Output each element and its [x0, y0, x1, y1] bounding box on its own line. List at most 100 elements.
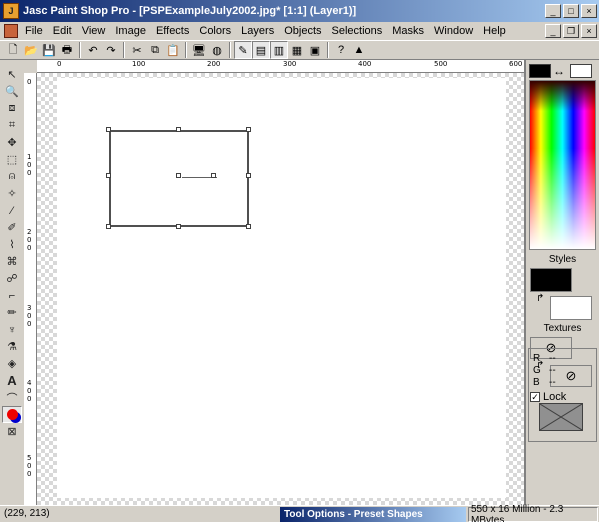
image-canvas[interactable]: [57, 78, 506, 498]
textures-label: Textures: [543, 323, 582, 334]
print-icon[interactable]: 🖶: [58, 41, 76, 59]
doc-minimize-button[interactable]: _: [545, 24, 561, 38]
minimize-button[interactable]: _: [545, 4, 561, 18]
ruler-label: 5 0 0: [27, 454, 32, 478]
new-icon[interactable]: 🗋: [4, 41, 22, 59]
green-value: --: [549, 365, 556, 376]
capture-icon[interactable]: ▲: [350, 41, 368, 59]
ruler-label: 300: [283, 60, 297, 68]
styles-label: Styles: [548, 254, 577, 265]
resize-handle[interactable]: [176, 224, 181, 229]
text-tool-icon[interactable]: A: [2, 372, 22, 389]
paste-icon[interactable]: 📋: [164, 41, 182, 59]
help-icon[interactable]: ?: [332, 41, 350, 59]
resize-handle[interactable]: [246, 173, 251, 178]
ruler-label: 1 0 0: [27, 153, 32, 177]
foreground-style-box[interactable]: [530, 268, 572, 292]
object-selector-tool-icon[interactable]: ⊠: [2, 423, 22, 440]
move-tool-icon[interactable]: ✥: [2, 134, 22, 151]
title-bar: J Jasc Paint Shop Pro - [PSPExampleJuly2…: [0, 0, 599, 22]
layers-icon[interactable]: ▥: [270, 41, 288, 59]
picture-tube-tool-icon[interactable]: ♆: [2, 321, 22, 338]
document-icon[interactable]: [4, 24, 18, 38]
ruler-label: 3 0 0: [27, 304, 32, 328]
airbrush-tool-icon[interactable]: ⚗: [2, 338, 22, 355]
menu-masks[interactable]: Masks: [392, 25, 430, 37]
redo-icon[interactable]: ↷: [102, 41, 120, 59]
resize-handle[interactable]: [246, 224, 251, 229]
toolbar-separator: [123, 42, 125, 58]
resize-handle[interactable]: [246, 127, 251, 132]
color-icon[interactable]: ✎: [234, 41, 252, 59]
eraser-tool-icon[interactable]: ✏: [2, 304, 22, 321]
resize-handle[interactable]: [106, 127, 111, 132]
crop-tool-icon[interactable]: ⌗: [2, 117, 22, 134]
save-icon[interactable]: 💾: [40, 41, 58, 59]
histogram-icon[interactable]: ▣: [306, 41, 324, 59]
canvas-workspace[interactable]: [37, 73, 524, 505]
menu-edit[interactable]: Edit: [53, 25, 78, 37]
menu-layers[interactable]: Layers: [241, 25, 280, 37]
color-preview-box: [539, 403, 583, 431]
undo-icon[interactable]: ↶: [84, 41, 102, 59]
paintbrush-tool-icon[interactable]: ✐: [2, 219, 22, 236]
maximize-button[interactable]: □: [563, 4, 579, 18]
retouch-tool-icon[interactable]: ☍: [2, 270, 22, 287]
resize-handle[interactable]: [106, 224, 111, 229]
color-picker[interactable]: [529, 80, 596, 250]
menu-image[interactable]: Image: [115, 25, 152, 37]
rotation-handle[interactable]: [211, 173, 216, 178]
paintshop-icon: J: [3, 3, 19, 19]
scratch-remover-tool-icon[interactable]: ⌐: [2, 287, 22, 304]
open-icon[interactable]: 📂: [22, 41, 40, 59]
swap-colors-icon[interactable]: ↔: [553, 64, 565, 78]
cut-icon[interactable]: ✂: [128, 41, 146, 59]
color-replacer-tool-icon[interactable]: ⌘: [2, 253, 22, 270]
overview-icon[interactable]: ▦: [288, 41, 306, 59]
background-color-swatch[interactable]: [570, 64, 592, 78]
blue-value: --: [549, 377, 556, 388]
browse-icon[interactable]: 🖥: [190, 41, 208, 59]
foreground-color-swatch[interactable]: [529, 64, 551, 78]
color-picker-shade: [530, 81, 595, 112]
freehand-tool-icon[interactable]: ⍝: [2, 168, 22, 185]
tool-options-title: Tool Options - Preset Shapes: [284, 509, 423, 520]
toolbar-separator: [185, 42, 187, 58]
swap-styles-icon[interactable]: ↱: [536, 293, 544, 304]
tool-options-bar[interactable]: Tool Options - Preset Shapes: [280, 507, 466, 522]
vertical-ruler: 0 1 0 0 2 0 0 3 0 0 4 0 0 5 0 0: [24, 73, 37, 505]
ruler-label: 4 0 0: [27, 379, 32, 403]
preset-shapes-tool-icon[interactable]: [2, 406, 22, 423]
selection-tool-icon[interactable]: ⬚: [2, 151, 22, 168]
menu-colors[interactable]: Colors: [199, 25, 237, 37]
resize-handle[interactable]: [106, 173, 111, 178]
resize-handle[interactable]: [176, 127, 181, 132]
no-color-icon: [539, 403, 583, 431]
clone-tool-icon[interactable]: ⌇: [2, 236, 22, 253]
menu-help[interactable]: Help: [483, 25, 512, 37]
dropper-tool-icon[interactable]: ⁄: [2, 202, 22, 219]
magic-wand-tool-icon[interactable]: ✧: [2, 185, 22, 202]
copy-icon[interactable]: ⧉: [146, 41, 164, 59]
close-button[interactable]: ×: [581, 4, 597, 18]
toolbox-icon[interactable]: ▤: [252, 41, 270, 59]
rectangle-shape[interactable]: [109, 130, 249, 227]
menu-window[interactable]: Window: [434, 25, 479, 37]
draw-tool-icon[interactable]: ⌒: [2, 389, 22, 406]
screen-icon[interactable]: ◍: [208, 41, 226, 59]
doc-restore-button[interactable]: ❐: [563, 24, 579, 38]
zoom-tool-icon[interactable]: 🔍: [2, 83, 22, 100]
center-handle[interactable]: [176, 173, 181, 178]
ruler-label: 2 0 0: [27, 228, 32, 252]
background-style-box[interactable]: [550, 296, 592, 320]
menu-view[interactable]: View: [82, 25, 112, 37]
menu-objects[interactable]: Objects: [284, 25, 327, 37]
menu-effects[interactable]: Effects: [156, 25, 195, 37]
ruler-label: 0: [57, 60, 62, 68]
menu-selections[interactable]: Selections: [332, 25, 389, 37]
flood-fill-tool-icon[interactable]: ◈: [2, 355, 22, 372]
arrow-tool-icon[interactable]: ↖: [2, 66, 22, 83]
deform-tool-icon[interactable]: ⧈: [2, 100, 22, 117]
doc-close-button[interactable]: ×: [581, 24, 597, 38]
menu-file[interactable]: File: [25, 25, 49, 37]
